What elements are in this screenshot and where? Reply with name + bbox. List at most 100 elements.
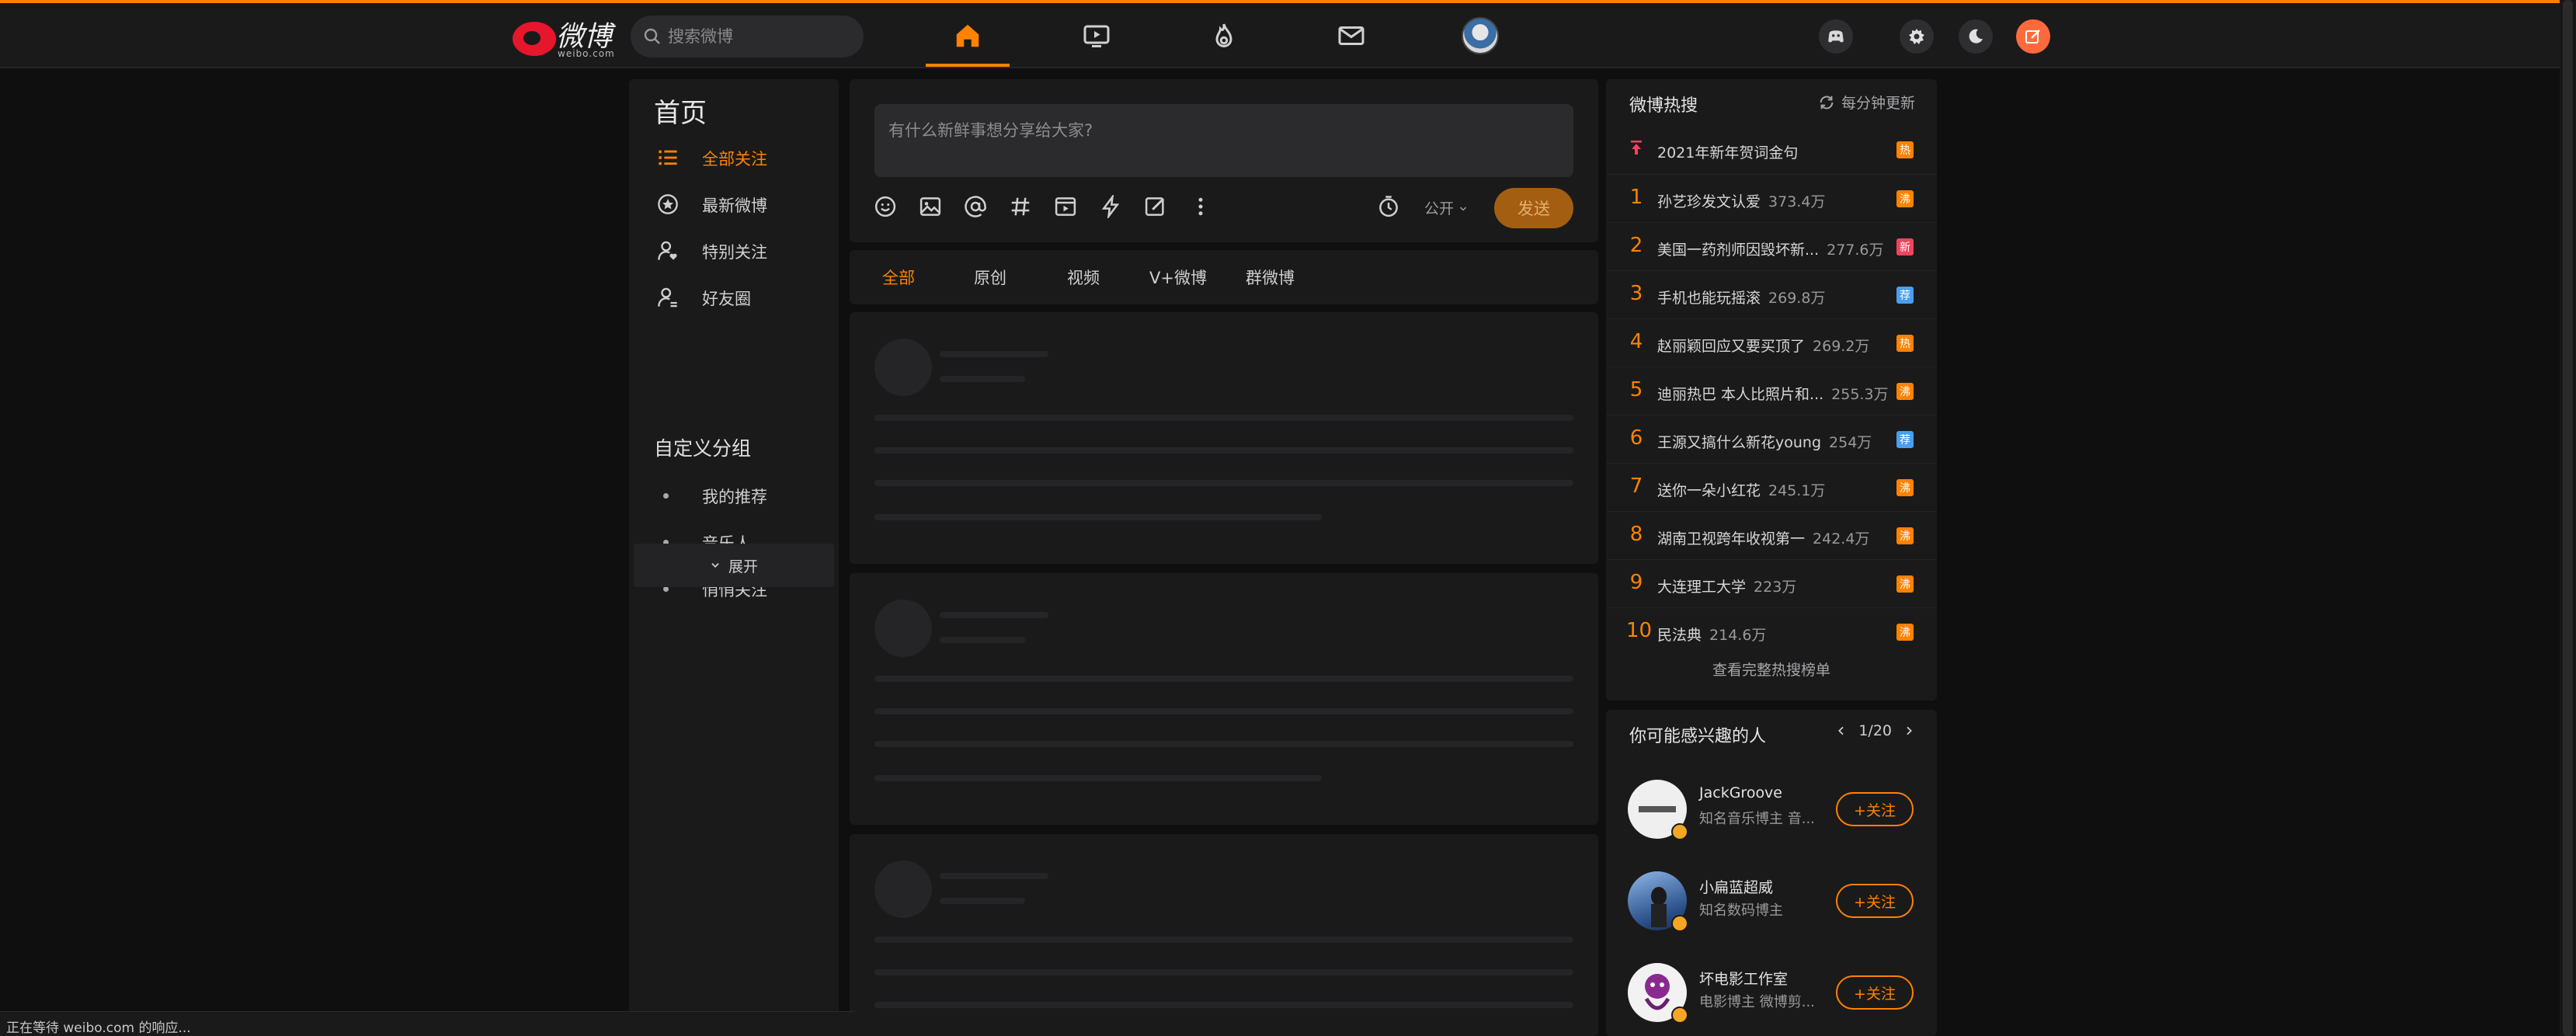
sidebar-item-latest[interactable]: 最新微博 [629, 183, 839, 226]
post-textarea[interactable]: 有什么新鲜事想分享给大家? [874, 104, 1573, 177]
chevron-left-icon[interactable] [1835, 725, 1848, 737]
article-edit-icon [1145, 197, 1165, 216]
group-item[interactable]: 我的推荐 [629, 474, 839, 517]
view-full-hot-list[interactable]: 查看完整热搜榜单 [1606, 659, 1937, 680]
skeleton-line [940, 873, 1048, 879]
mention-button[interactable] [961, 193, 989, 221]
hot-search-item[interactable]: 3 手机也能玩摇滚 269.8万 荐 [1606, 270, 1937, 318]
person-name[interactable]: 坏电影工作室 [1699, 968, 1788, 989]
hot-item-title: 王源又搞什么新花young [1657, 434, 1822, 451]
moon-icon [1969, 29, 1983, 43]
hot-rank: 10 [1626, 619, 1653, 642]
hot-search-item[interactable]: 5 迪丽热巴 本人比照片和... 255.3万沸 [1606, 367, 1937, 415]
hot-badge: 荐 [1896, 287, 1914, 304]
person-name[interactable]: JackGroove [1699, 784, 1782, 801]
user-avatar[interactable] [1462, 17, 1499, 54]
hot-search-item[interactable]: 8 湖南卫视跨年收视第一 242.4万 沸 [1606, 511, 1937, 559]
hot-search-item[interactable]: 4 赵丽颖回应又要买顶了 269.2万 热 [1606, 318, 1937, 367]
hot-search-item[interactable]: 10 民法典 214.6万 沸 [1606, 607, 1937, 655]
pager-label: 1/20 [1858, 722, 1892, 739]
tab-group[interactable]: 群微博 [1246, 266, 1295, 289]
hot-search-item[interactable]: 2 美国一药剂师因毁坏新... 277.6万新 [1606, 222, 1937, 270]
hot-rank: 8 [1629, 523, 1643, 546]
skeleton-line [940, 637, 1025, 643]
scrollbar-thumb[interactable] [2563, 0, 2573, 1036]
hot-item-count: 255.3万 [1831, 386, 1889, 403]
hot-item-name: 美国一药剂师因毁坏新... 277.6万 [1657, 238, 1884, 259]
nav-hot[interactable] [1207, 19, 1241, 53]
send-button[interactable]: 发送 [1494, 188, 1573, 228]
refresh-label: 每分钟更新 [1841, 95, 1915, 112]
refresh-button[interactable]: 每分钟更新 [1818, 92, 1915, 113]
topic-button[interactable] [1006, 193, 1034, 221]
hot-item-name: 大连理工大学 223万 [1657, 575, 1796, 596]
sidebar-item-friends[interactable]: 好友圈 [629, 276, 839, 319]
hot-rank: 3 [1629, 282, 1643, 305]
sidebar-item-special[interactable]: 特别关注 [629, 229, 839, 273]
browser-status-bar: 正在等待 weibo.com 的响应... [0, 1011, 854, 1036]
tab-vplus[interactable]: V+微博 [1149, 266, 1207, 289]
user-heart-icon [658, 241, 677, 260]
hot-item-count: 269.8万 [1768, 290, 1826, 307]
list-icon [659, 150, 677, 165]
hot-search-item[interactable]: 1 孙艺珍发文认爱 373.4万 沸 [1606, 174, 1937, 222]
weibo-logo[interactable]: 微博 weibo.com [513, 14, 618, 59]
hot-search-item[interactable]: 6 王源又搞什么新花young 254万 荐 [1606, 415, 1937, 463]
hot-search-item[interactable]: 7 送你一朵小红花 245.1万 沸 [1606, 463, 1937, 511]
hot-search-item-pinned[interactable]: 2021年新年贺词金句 热 [1606, 126, 1937, 174]
follow-button[interactable]: +关注 [1836, 975, 1914, 1010]
skeleton-line [940, 898, 1025, 904]
emoji-icon [874, 196, 896, 217]
hot-badge: 沸 [1896, 383, 1914, 400]
feed-card-placeholder [850, 834, 1598, 1036]
hot-item-title: 大连理工大学 [1657, 579, 1747, 596]
nav-home[interactable] [951, 19, 985, 53]
chevron-right-icon[interactable] [1903, 725, 1915, 737]
visibility-select[interactable]: 公开 [1424, 197, 1468, 218]
skeleton-line [940, 376, 1025, 382]
search-input[interactable] [668, 16, 854, 57]
hot-search-item[interactable]: 9 大连理工大学 223万 沸 [1606, 559, 1937, 607]
expand-label: 展开 [728, 558, 758, 575]
follow-button[interactable]: +关注 [1836, 884, 1914, 918]
hot-item-title: 民法典 [1657, 627, 1702, 644]
follow-button[interactable]: +关注 [1836, 792, 1914, 826]
tab-original[interactable]: 原创 [974, 266, 1006, 289]
sidebar-item-all-follow[interactable]: 全部关注 [629, 136, 839, 179]
gear-icon [1909, 29, 1924, 44]
gamepad-icon [1828, 30, 1844, 43]
expand-groups-button[interactable]: 展开 [634, 544, 834, 587]
hot-badge: 沸 [1896, 479, 1914, 496]
nav-video[interactable] [1079, 19, 1114, 53]
settings-button[interactable] [1900, 19, 1934, 54]
person-name[interactable]: 小扁蓝超威 [1699, 876, 1773, 897]
nav-message[interactable] [1334, 19, 1368, 53]
dark-mode-button[interactable] [1959, 19, 1993, 54]
skeleton-line [874, 447, 1573, 454]
hot-badge: 沸 [1896, 624, 1914, 641]
nav-active-indicator [926, 64, 1010, 67]
emoji-button[interactable] [871, 193, 899, 221]
hot-item-count: 254万 [1829, 434, 1872, 451]
tab-video[interactable]: 视频 [1067, 266, 1100, 289]
page-scrollbar[interactable] [2560, 0, 2576, 1036]
top-navigation-bar: 微博 weibo.com [0, 3, 2576, 68]
image-button[interactable] [916, 193, 944, 221]
super-topic-button[interactable] [1097, 193, 1125, 221]
game-button[interactable] [1819, 19, 1853, 54]
sidebar-item-label: 全部关注 [702, 150, 767, 169]
video-upload-button[interactable] [1052, 193, 1079, 221]
search-box[interactable] [631, 16, 864, 57]
at-icon [965, 196, 986, 217]
recommend-title: 你可能感兴趣的人 [1629, 727, 1767, 746]
chevron-down-icon [1460, 207, 1467, 211]
tab-all[interactable]: 全部 [882, 266, 915, 289]
schedule-button[interactable] [1375, 193, 1403, 221]
more-tools-button[interactable] [1187, 193, 1215, 221]
group-item-label: 我的推荐 [702, 488, 767, 506]
lightning-icon [1101, 195, 1120, 218]
compose-button[interactable] [2016, 19, 2050, 54]
article-button[interactable] [1142, 193, 1170, 221]
hot-item-name: 手机也能玩摇滚 269.8万 [1657, 287, 1825, 308]
sidebar-item-label: 特别关注 [702, 243, 767, 262]
